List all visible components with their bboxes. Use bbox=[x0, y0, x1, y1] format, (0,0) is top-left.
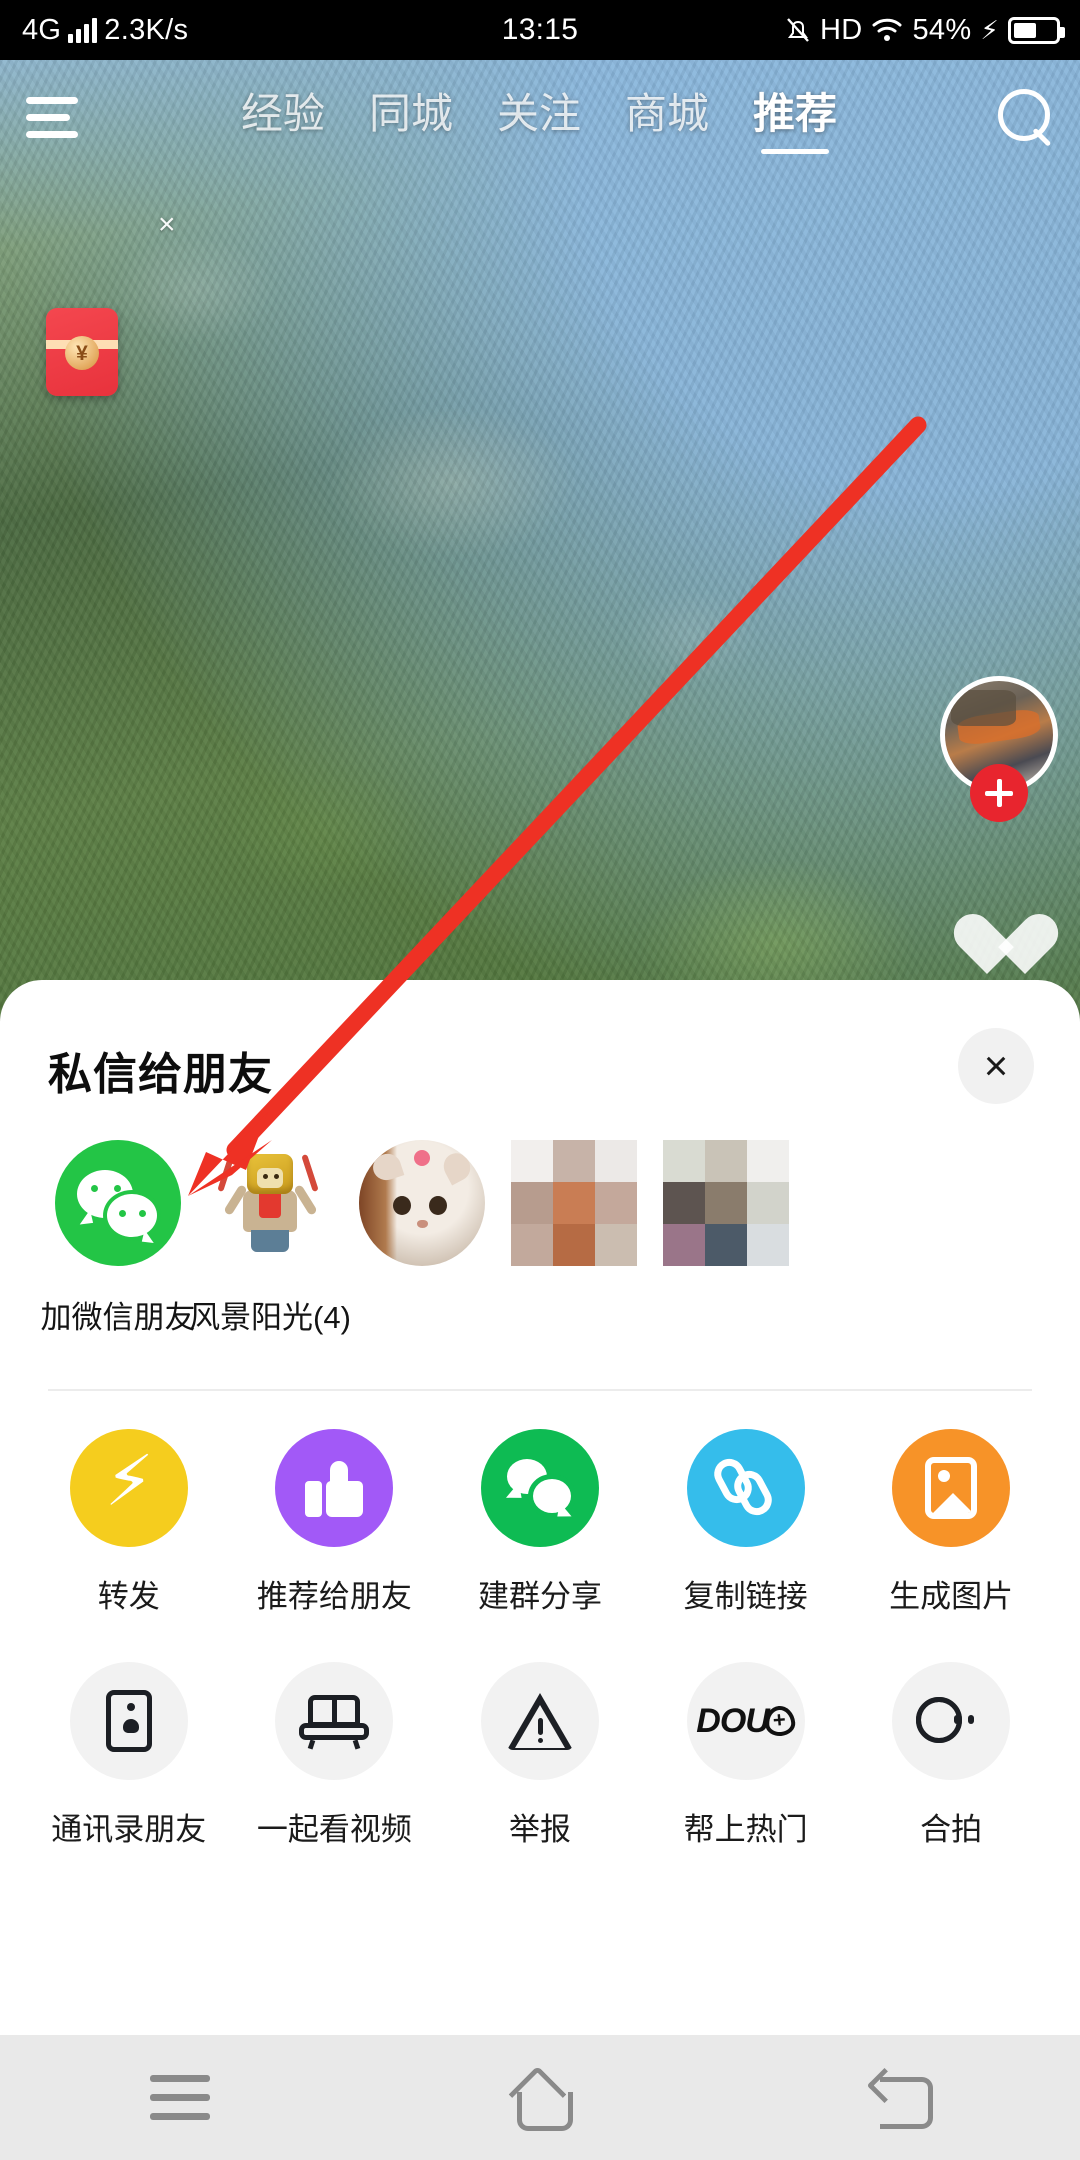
action-duet[interactable]: 合拍 bbox=[860, 1662, 1042, 1849]
heart-icon[interactable] bbox=[950, 910, 1024, 984]
friend-label: 加微信朋友 bbox=[40, 1300, 196, 1335]
follow-plus-icon[interactable] bbox=[970, 764, 1028, 822]
hamburger-menu-icon[interactable] bbox=[26, 96, 84, 138]
bell-muted-icon bbox=[787, 18, 809, 42]
mosaic-avatar bbox=[511, 1140, 637, 1266]
friend-label: 风景阳光(4) bbox=[189, 1300, 351, 1335]
author-avatar-wrapper[interactable] bbox=[940, 676, 1058, 822]
action-label: 生成图片 bbox=[889, 1579, 1014, 1614]
sofa-icon bbox=[275, 1662, 394, 1780]
home-icon[interactable] bbox=[465, 2053, 615, 2143]
action-generate-image[interactable]: 生成图片 bbox=[860, 1429, 1042, 1616]
tab-tongcheng[interactable]: 同城 bbox=[369, 80, 453, 154]
friend-item-fengjingyangguang[interactable]: 风景阳光(4) bbox=[189, 1140, 351, 1337]
thumbs-up-icon bbox=[275, 1429, 394, 1547]
action-label: 复制链接 bbox=[683, 1579, 808, 1614]
warning-triangle-icon bbox=[480, 1662, 599, 1780]
back-icon[interactable] bbox=[825, 2053, 975, 2143]
action-label: 建群分享 bbox=[477, 1579, 602, 1614]
action-label: 通讯录朋友 bbox=[51, 1812, 207, 1847]
wifi-icon bbox=[872, 18, 902, 41]
action-label: 推荐给朋友 bbox=[256, 1579, 412, 1614]
friend-item-censored-2[interactable] bbox=[650, 1140, 802, 1337]
friend-item-censored-1[interactable] bbox=[498, 1140, 650, 1337]
contact-card-icon bbox=[69, 1662, 188, 1780]
close-icon[interactable]: × bbox=[958, 1028, 1034, 1104]
cat-avatar bbox=[359, 1140, 485, 1266]
tab-shangcheng[interactable]: 商城 bbox=[625, 80, 709, 154]
tab-jingyan[interactable]: 经验 bbox=[241, 80, 325, 154]
feed-tabs: 经验 同城 关注 商城 推荐 bbox=[90, 80, 988, 154]
lion-mascot-avatar bbox=[207, 1140, 333, 1266]
action-recommend-to-friend[interactable]: 推荐给朋友 bbox=[243, 1429, 425, 1616]
action-label: 举报 bbox=[508, 1812, 571, 1847]
red-envelope-coin: ¥ bbox=[65, 336, 99, 370]
action-label: 一起看视频 bbox=[256, 1812, 412, 1847]
image-icon bbox=[892, 1429, 1011, 1547]
dou-plus-icon: DOU bbox=[686, 1662, 805, 1780]
share-sheet-title: 私信给朋友 bbox=[48, 1050, 273, 1099]
top-navigation-bar: 经验 同城 关注 商城 推荐 bbox=[0, 62, 1080, 172]
group-chat-icon bbox=[480, 1429, 599, 1547]
hd-label: HD bbox=[819, 13, 863, 46]
share-actions-row-2: 通讯录朋友 一起看视频 举报 DOU + 帮上热门 合拍 bbox=[0, 1662, 1080, 1849]
red-envelope-icon: ¥ bbox=[46, 308, 118, 396]
action-group-share[interactable]: 建群分享 bbox=[449, 1429, 631, 1616]
action-watch-together[interactable]: 一起看视频 bbox=[243, 1662, 425, 1849]
action-contacts-friend[interactable]: 通讯录朋友 bbox=[38, 1662, 220, 1849]
action-report[interactable]: 举报 bbox=[449, 1662, 631, 1849]
red-envelope-widget[interactable]: ¥ × bbox=[46, 208, 176, 396]
duet-circles-icon bbox=[892, 1662, 1011, 1780]
recents-menu-icon[interactable] bbox=[105, 2053, 255, 2143]
friend-item-wechat[interactable]: 加微信朋友 bbox=[40, 1140, 196, 1337]
action-forward[interactable]: 转发 bbox=[38, 1429, 220, 1616]
red-envelope-close-icon[interactable]: × bbox=[158, 208, 176, 242]
status-bar-right: HD 54% ⚡ bbox=[785, 13, 1065, 47]
tab-guanzhu[interactable]: 关注 bbox=[497, 80, 581, 154]
dou-text: DOU bbox=[696, 1701, 770, 1740]
friend-share-list: 加微信朋友 风景阳光(4) bbox=[0, 1140, 1080, 1337]
status-bar: 4G 2.3K/s 13:15 HD 54% ⚡ bbox=[0, 0, 1080, 60]
action-label: 合拍 bbox=[920, 1812, 983, 1847]
friend-item-cat[interactable] bbox=[346, 1140, 498, 1337]
system-navigation-bar bbox=[0, 2035, 1080, 2160]
phone-screen: 4G 2.3K/s 13:15 HD 54% ⚡ 经验 同城 关注 商城 推荐 … bbox=[0, 0, 1080, 2160]
tab-tuijian[interactable]: 推荐 bbox=[753, 80, 837, 154]
share-actions: 转发 推荐给朋友 建群分享 复制链接 生成图片 通讯录朋友 一起看视频 举报 D… bbox=[0, 1391, 1080, 1849]
action-label: 帮上热门 bbox=[683, 1812, 808, 1847]
battery-icon bbox=[1008, 16, 1065, 44]
share-sheet-header: 私信给朋友 × bbox=[0, 980, 1080, 1140]
close-glyph: × bbox=[983, 1042, 1009, 1089]
battery-percent-label: 54% bbox=[912, 13, 972, 46]
search-icon[interactable] bbox=[994, 87, 1054, 147]
share-actions-row-1: 转发 推荐给朋友 建群分享 复制链接 生成图片 bbox=[0, 1429, 1080, 1616]
link-icon bbox=[686, 1429, 805, 1547]
action-copy-link[interactable]: 复制链接 bbox=[655, 1429, 837, 1616]
wechat-icon bbox=[55, 1140, 181, 1266]
action-label: 转发 bbox=[97, 1579, 160, 1614]
share-sheet: 私信给朋友 × 加微信朋友 风景阳光(4) 转发 推荐给朋友 建群分享 复制链接… bbox=[0, 980, 1080, 2035]
mosaic-avatar bbox=[663, 1140, 789, 1266]
action-dou-plus[interactable]: DOU 帮上热门 bbox=[655, 1662, 837, 1849]
charging-bolt-icon: ⚡ bbox=[980, 14, 999, 45]
lightning-bolt-icon bbox=[69, 1429, 188, 1547]
